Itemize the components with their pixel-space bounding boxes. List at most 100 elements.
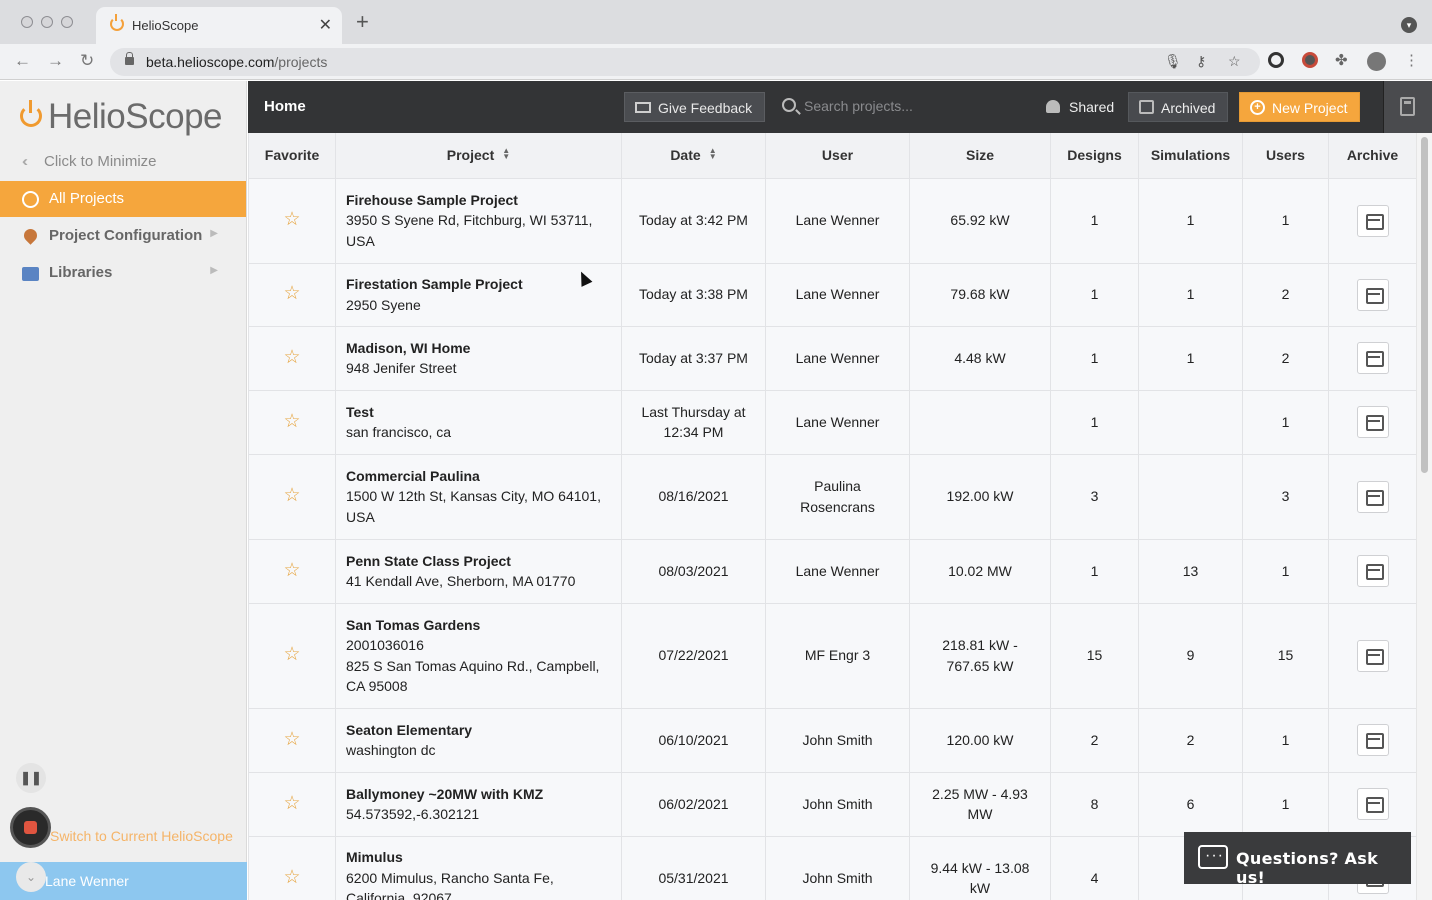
project-cell[interactable]: Test san francisco, ca xyxy=(335,389,622,455)
archive-project-button[interactable] xyxy=(1356,724,1389,756)
search-input[interactable] xyxy=(804,94,1024,118)
table-row[interactable]: ☆ Seaton Elementary washington dc 06/10/202… xyxy=(248,707,1416,773)
questions-chat-button[interactable]: Questions? Ask us! xyxy=(1184,832,1411,887)
sort-icon: ▲ ▼ xyxy=(708,146,717,162)
archive-project-button[interactable] xyxy=(1356,639,1389,672)
archive-project-button[interactable] xyxy=(1356,204,1389,237)
scrollbar-thumb[interactable] xyxy=(1421,137,1428,473)
project-cell[interactable]: Firehouse Sample Project 3950 S Syene Rd,… xyxy=(335,177,622,264)
url-input[interactable]: beta.helioscope.com/projects 🎙 ⚷ ☆ xyxy=(110,48,1260,76)
forward-arrow-icon[interactable]: → xyxy=(47,52,64,70)
sidebar-item-all-projects[interactable]: All Projects xyxy=(0,181,246,217)
archive-project-button[interactable] xyxy=(1356,788,1389,820)
star-icon[interactable]: ☆ xyxy=(283,867,300,888)
star-icon[interactable]: ☆ xyxy=(283,283,300,304)
star-icon[interactable]: ☆ xyxy=(283,644,300,665)
sidebar-item-libraries[interactable]: Libraries ▶ xyxy=(0,255,246,291)
project-cell[interactable]: San Tomas Gardens 2001036016 825 S San Tom… xyxy=(335,602,622,709)
user-cell: John Smith xyxy=(765,771,910,837)
project-name[interactable]: Firehouse Sample Project xyxy=(346,190,611,211)
browser-menu-icon[interactable]: ⋮ xyxy=(1404,52,1419,70)
favorite-cell: ☆ xyxy=(248,538,336,604)
project-name[interactable]: Penn State Class Project xyxy=(346,551,611,572)
chevron-down-icon[interactable]: ⌄ xyxy=(16,862,46,892)
switch-to-current-link[interactable]: Switch to Current HelioScope xyxy=(50,828,233,844)
project-cell[interactable]: Commercial Paulina 1500 W 12th St, Kansas… xyxy=(335,453,622,540)
column-header-date[interactable]: Date ▲ ▼ xyxy=(621,133,766,179)
project-cell[interactable]: Seaton Elementary washington dc xyxy=(335,707,622,773)
column-header-project[interactable]: Project ▲ ▼ xyxy=(335,133,622,179)
project-name[interactable]: San Tomas Gardens xyxy=(346,615,611,636)
key-icon[interactable]: ⚷ xyxy=(1196,53,1206,70)
puzzle-extensions-icon[interactable]: ✤ xyxy=(1335,52,1348,70)
project-cell[interactable]: Madison, WI Home 948 Jenifer Street xyxy=(335,325,622,391)
table-row[interactable]: ☆ Penn State Class Project 41 Kendall Ave,… xyxy=(248,538,1416,604)
tab-search-icon[interactable]: ▾ xyxy=(1401,17,1417,33)
table-row[interactable]: ☆ Ballymoney ~20MW with KMZ 54.573592,-6.3… xyxy=(248,771,1416,837)
star-icon[interactable]: ☆ xyxy=(283,347,300,368)
back-arrow-icon[interactable]: ← xyxy=(14,52,31,70)
table-row[interactable]: ☆ Test san francisco, ca Last Thursday at 12… xyxy=(248,389,1416,455)
user-menu[interactable]: Lane Wenner ⌄ xyxy=(0,862,247,900)
column-header-designs: Designs xyxy=(1050,133,1139,179)
reload-icon[interactable]: ↻ xyxy=(80,52,94,70)
table-row[interactable]: ☆ Madison, WI Home 948 Jenifer Street Today… xyxy=(248,325,1416,391)
project-name[interactable]: Ballymoney ~20MW with KMZ xyxy=(346,784,611,805)
pause-recording-button[interactable]: ❚❚ xyxy=(16,763,46,793)
table-scrollbar[interactable] xyxy=(1416,133,1432,900)
project-cell[interactable]: Ballymoney ~20MW with KMZ 54.573592,-6.30… xyxy=(335,771,622,837)
window-close-dot[interactable] xyxy=(21,16,33,28)
new-tab-button[interactable]: + xyxy=(356,11,369,33)
project-cell[interactable]: Penn State Class Project 41 Kendall Ave, … xyxy=(335,538,622,604)
shared-button[interactable]: Shared xyxy=(1036,92,1124,122)
star-icon[interactable]: ☆ xyxy=(283,729,300,750)
star-icon[interactable]: ☆ xyxy=(283,411,300,432)
project-name[interactable]: Test xyxy=(346,402,611,423)
sidebar-item-project-configuration[interactable]: Project Configuration ▶ xyxy=(0,218,246,254)
project-name[interactable]: Mimulus xyxy=(346,847,611,868)
browser-tab[interactable]: HelioScope ✕ xyxy=(96,7,342,44)
size-cell: 10.02 MW xyxy=(909,538,1051,604)
archive-project-button[interactable] xyxy=(1356,555,1389,587)
archive-project-button[interactable] xyxy=(1356,480,1389,513)
window-minimize-dot[interactable] xyxy=(41,16,53,28)
minimize-sidebar-button[interactable]: ‹‹ Click to Minimize xyxy=(22,153,157,170)
calculator-button[interactable] xyxy=(1383,81,1432,133)
project-name[interactable]: Commercial Paulina xyxy=(346,466,611,487)
project-name[interactable]: Seaton Elementary xyxy=(346,720,611,741)
size-cell: 9.44 kW - 13.08 kW xyxy=(909,835,1051,900)
table-row[interactable]: ☆ Commercial Paulina 1500 W 12th St, Kansa… xyxy=(248,453,1416,540)
stop-recording-button[interactable] xyxy=(10,807,51,848)
extension-icon[interactable] xyxy=(1268,52,1284,68)
table-row[interactable]: ☆ San Tomas Gardens 2001036016 825 S San To… xyxy=(248,602,1416,709)
size-line: 192.00 kW xyxy=(946,488,1014,505)
date-line: 12:34 PM xyxy=(663,424,724,440)
tab-close-icon[interactable]: ✕ xyxy=(319,15,332,35)
new-project-button[interactable]: + New Project xyxy=(1239,92,1360,122)
record-extension-icon[interactable] xyxy=(1302,52,1318,68)
window-zoom-dot[interactable] xyxy=(61,16,73,28)
project-cell[interactable]: Mimulus 6200 Mimulus, Rancho Santa Fe, Cal… xyxy=(335,835,622,900)
star-icon[interactable]: ☆ xyxy=(283,485,300,506)
microphone-icon[interactable]: 🎙 xyxy=(1164,53,1182,70)
table-row[interactable]: ☆ Firehouse Sample Project 3950 S Syene Rd… xyxy=(248,177,1416,264)
profile-avatar-icon[interactable] xyxy=(1367,52,1386,71)
table-row[interactable]: ☆ Firestation Sample Project 2950 Syene Tod… xyxy=(248,262,1416,327)
address-line: 3950 S Syene Rd, Fitchburg, WI 53711, xyxy=(346,212,593,229)
star-icon[interactable]: ☆ xyxy=(283,560,300,581)
project-name[interactable]: Firestation Sample Project xyxy=(346,274,611,295)
bookmark-star-icon[interactable]: ☆ xyxy=(1228,53,1241,70)
star-icon[interactable]: ☆ xyxy=(283,209,300,230)
archive-project-button[interactable] xyxy=(1356,342,1389,374)
sidebar-item-label: Project Configuration xyxy=(49,227,203,244)
archived-button[interactable]: Archived xyxy=(1128,92,1228,122)
date-cell: 08/16/2021 xyxy=(621,453,766,540)
give-feedback-button[interactable]: Give Feedback xyxy=(624,92,765,122)
size-line: kW xyxy=(969,880,991,896)
star-icon[interactable]: ☆ xyxy=(283,793,300,814)
project-name[interactable]: Madison, WI Home xyxy=(346,338,611,359)
simulations-cell: 9 xyxy=(1138,602,1243,709)
user-line: Lane Wenner xyxy=(795,562,880,579)
archive-project-button[interactable] xyxy=(1356,278,1389,311)
archive-project-button[interactable] xyxy=(1356,406,1389,438)
